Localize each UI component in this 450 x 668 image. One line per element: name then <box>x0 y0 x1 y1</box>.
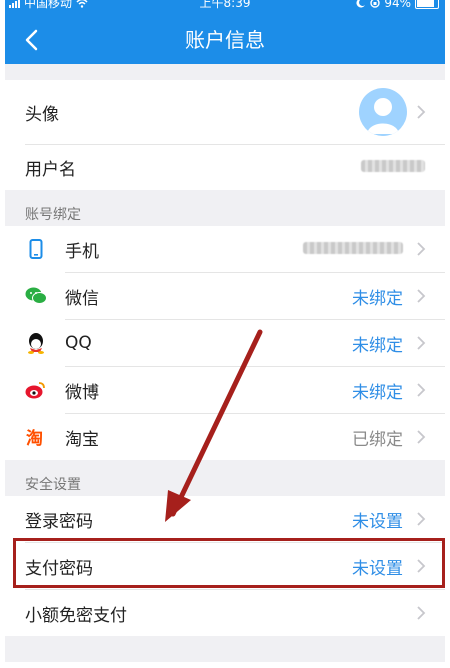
username-label: 用户名 <box>25 159 76 180</box>
binding-status: 未绑定 <box>352 335 403 356</box>
binding-label: 手机 <box>65 241 99 262</box>
chevron-right-icon <box>417 606 426 620</box>
battery-icon <box>415 0 439 9</box>
binding-row-wechat[interactable]: 微信 未绑定 <box>5 273 445 319</box>
avatar-row[interactable]: 头像 <box>5 80 445 144</box>
security-label: 小额免密支付 <box>25 605 127 626</box>
binding-status: 未绑定 <box>352 382 403 403</box>
annotation-highlight-box <box>13 538 445 588</box>
binding-label: 淘宝 <box>65 429 99 450</box>
chevron-right-icon <box>417 512 426 526</box>
chevron-right-icon <box>417 430 426 444</box>
chevron-right-icon <box>417 242 426 256</box>
chevron-right-icon <box>417 336 426 350</box>
binding-label: 微博 <box>65 382 99 403</box>
moon-icon <box>356 0 366 8</box>
avatar[interactable] <box>359 88 407 136</box>
binding-row-taobao[interactable]: 淘 淘宝 已绑定 <box>5 414 445 460</box>
chevron-right-icon <box>417 289 426 303</box>
username-value-obscured <box>361 157 425 177</box>
binding-label: QQ <box>65 333 92 353</box>
weibo-icon <box>25 379 47 401</box>
svg-text:淘: 淘 <box>26 428 43 448</box>
chevron-right-icon <box>417 105 426 119</box>
chevron-right-icon <box>417 383 426 397</box>
login-password-row[interactable]: 登录密码 未设置 <box>5 496 445 542</box>
binding-status: 未绑定 <box>352 288 403 309</box>
binding-row-qq[interactable]: QQ 未绑定 <box>5 320 445 366</box>
lock-rotation-icon <box>370 0 381 8</box>
avatar-label: 头像 <box>25 104 59 125</box>
profile-group: 头像 用户名 <box>5 80 445 190</box>
status-bar: 中国移动 上午8:39 94% <box>5 0 445 16</box>
username-row: 用户名 <box>5 144 445 190</box>
small-password-free-payment-row[interactable]: 小额免密支付 <box>5 590 445 636</box>
account-info-screen: 中国移动 上午8:39 94% 账户信息 头像 用户名 账号绑定 手机 微信 未… <box>5 0 445 662</box>
section-header-security: 安全设置 <box>25 477 81 493</box>
navigation-bar: 账户信息 <box>5 16 445 64</box>
binding-row-phone[interactable]: 手机 <box>5 226 445 272</box>
default-avatar-icon <box>367 98 399 134</box>
phone-icon <box>25 238 47 260</box>
phone-value-obscured <box>303 239 403 259</box>
page-title: 账户信息 <box>185 28 265 52</box>
qq-icon <box>25 332 47 354</box>
binding-label: 微信 <box>65 288 99 309</box>
section-header-binding: 账号绑定 <box>25 207 81 223</box>
wechat-icon <box>25 285 47 307</box>
battery-percent: 94% <box>384 0 411 10</box>
taobao-icon: 淘 <box>25 426 47 448</box>
binding-group: 手机 微信 未绑定 QQ 未绑定 微博 未绑定 淘 淘宝 已绑定 <box>5 226 445 460</box>
binding-row-weibo[interactable]: 微博 未绑定 <box>5 367 445 413</box>
status-right: 94% <box>356 0 439 9</box>
binding-status: 已绑定 <box>352 429 403 450</box>
security-label: 登录密码 <box>25 511 93 532</box>
security-status: 未设置 <box>352 511 403 532</box>
